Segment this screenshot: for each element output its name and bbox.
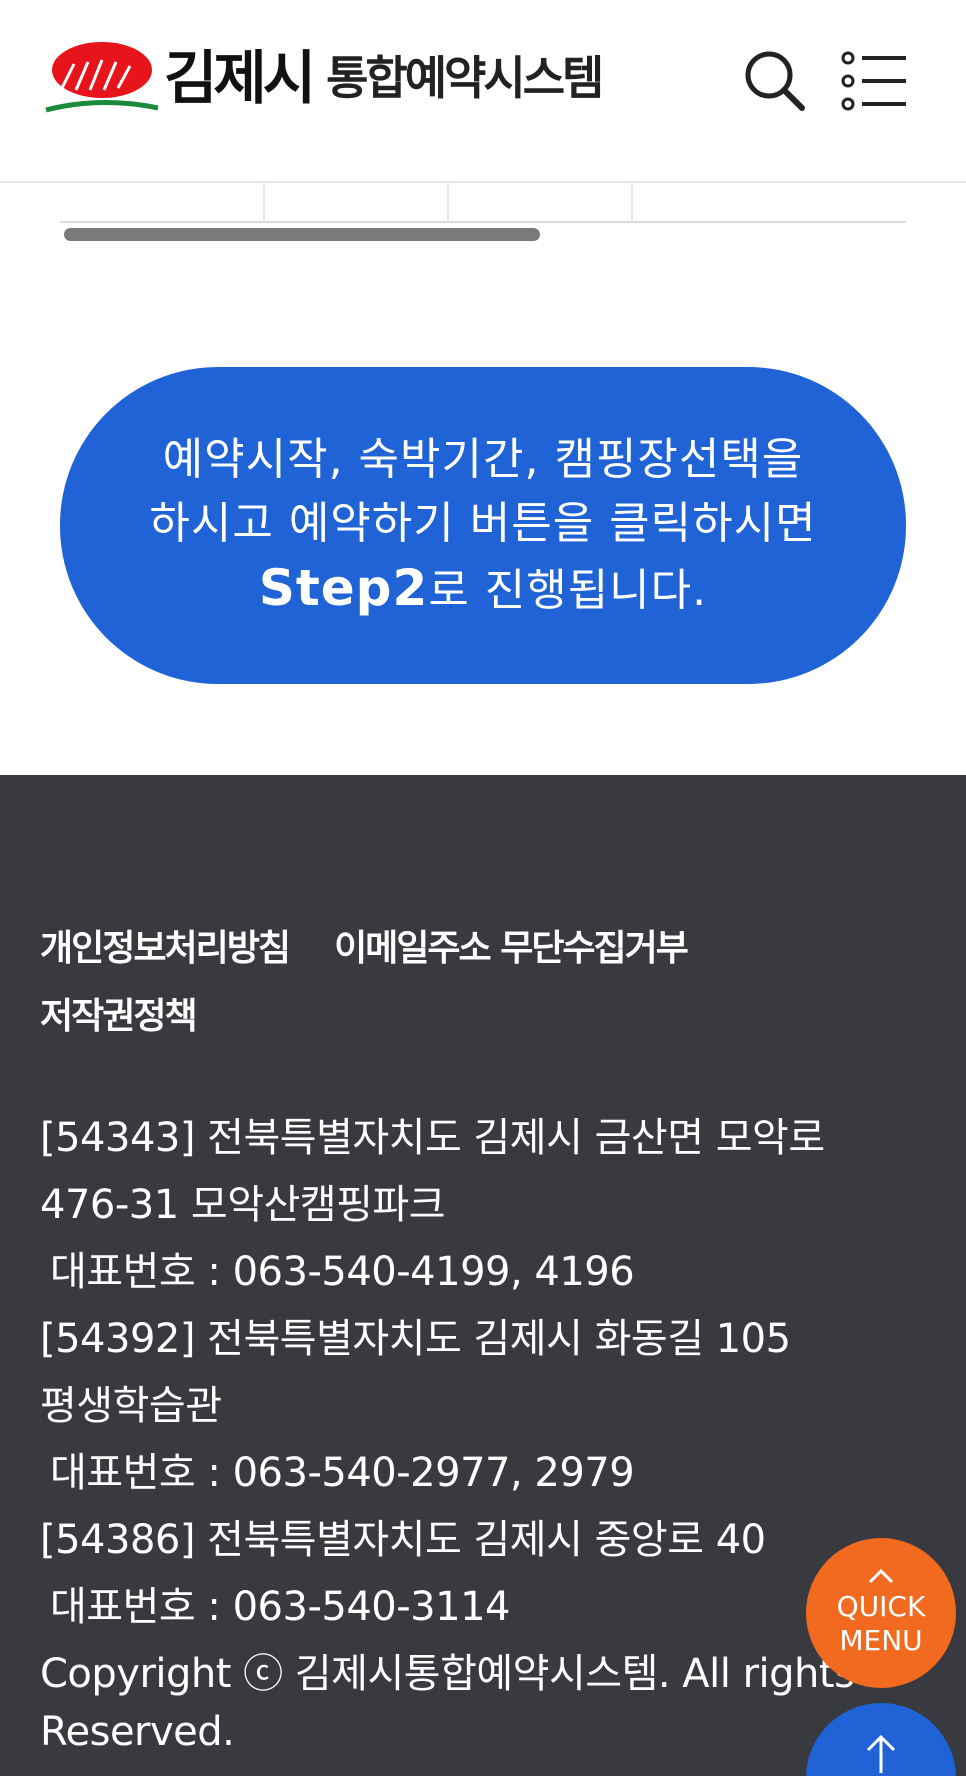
gimje-logo-mark-icon xyxy=(45,42,159,113)
address-line: [54386] 전북특별자치도 김제시 중앙로 40 xyxy=(40,1517,766,1563)
phone-line: 대표번호 : 063-540-3114 xyxy=(50,1584,510,1630)
phone-line: 대표번호 : 063-540-4199, 4196 xyxy=(50,1249,635,1295)
table-column-divider xyxy=(263,183,265,221)
table-column-divider xyxy=(447,183,449,221)
site-logo[interactable]: 김제시 통합예약시스템 xyxy=(40,38,604,118)
menu-button[interactable] xyxy=(840,50,910,112)
quick-menu-label-1: QUICK xyxy=(836,1590,926,1623)
step-guide-notice: 예약시작, 숙박기간, 캠핑장선택을 하시고 예약하기 버튼을 클릭하시면 St… xyxy=(60,367,906,684)
search-button[interactable] xyxy=(740,46,810,116)
phone-line: 대표번호 : 063-540-2977, 2979 xyxy=(50,1450,635,1496)
notice-line-2: 하시고 예약하기 버튼을 클릭하시면 xyxy=(149,498,817,549)
footer-contact-info: [54343] 전북특별자치도 김제시 금산면 모악로 476-31 모악산캠핑… xyxy=(40,1105,940,1641)
email-collection-refusal-link[interactable]: 이메일주소 무단수집거부 xyxy=(334,915,689,983)
address-line: [54343] 전북특별자치도 김제시 금산면 모악로 xyxy=(40,1115,825,1161)
logo-city-name: 김제시 xyxy=(164,44,316,112)
horizontal-scrollbar[interactable] xyxy=(64,228,906,242)
search-icon xyxy=(745,51,805,111)
logo-system-name: 통합예약시스템 xyxy=(326,51,604,105)
copyright-text: Copyright ⓒ 김제시통합예약시스템. All rights Reser… xyxy=(40,1651,855,1755)
privacy-policy-link[interactable]: 개인정보처리방침 xyxy=(40,915,291,983)
scrollbar-thumb[interactable] xyxy=(64,228,540,241)
notice-line-1: 예약시작, 숙박기간, 캠핑장선택을 xyxy=(162,434,804,485)
notice-line-3-text: 로 진행됩니다. xyxy=(428,565,708,616)
address-line: 476-31 모악산캠핑파크 xyxy=(40,1182,446,1228)
table-remnant xyxy=(60,183,906,223)
hamburger-menu-icon xyxy=(841,51,906,111)
address-line: 평생학습관 xyxy=(40,1383,222,1429)
notice-line-3: Step2로 진행됩니다. xyxy=(259,556,707,623)
copyright-policy-link[interactable]: 저작권정책 xyxy=(40,983,198,1051)
address-line: [54392] 전북특별자치도 김제시 화동길 105 xyxy=(40,1316,791,1362)
notice-step-label: Step2 xyxy=(258,559,429,617)
quick-menu-label-2: MENU xyxy=(839,1624,923,1657)
arrow-up-icon xyxy=(866,1734,896,1773)
site-header: 김제시 통합예약시스템 xyxy=(0,0,966,183)
quick-menu-button[interactable]: QUICK MENU xyxy=(806,1538,956,1688)
chevron-up-icon xyxy=(868,1568,894,1584)
footer-links: 개인정보처리방침 이메일주소 무단수집거부 저작권정책 xyxy=(40,915,920,1051)
table-column-divider xyxy=(631,183,633,221)
